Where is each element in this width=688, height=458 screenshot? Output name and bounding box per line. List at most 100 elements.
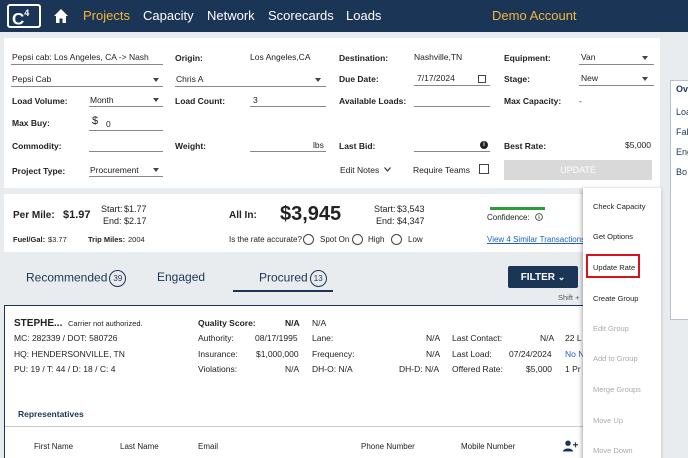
top-nav-bar: C4 Projects Capacity Network Scorecards … [0, 0, 688, 32]
chevron-down-icon [642, 56, 648, 60]
project-type-select[interactable]: Procurement [90, 165, 139, 175]
commodity-input[interactable] [89, 151, 163, 152]
low-radio[interactable] [391, 234, 402, 245]
weight-unit: lbs [313, 140, 324, 150]
lane-label: Lane: [312, 333, 334, 343]
chevron-down-icon [153, 98, 159, 102]
calendar-icon[interactable] [478, 75, 486, 83]
tab-label: Procured [259, 270, 308, 285]
stage-label: Stage: [504, 74, 530, 84]
project-name-input[interactable]: Pepsi cab: Los Angeles, CA -> Nash [12, 52, 162, 62]
overview-item: Bo [676, 167, 688, 177]
weight-label: Weight: [175, 141, 207, 151]
high-radio[interactable] [352, 234, 363, 245]
menu-get-options[interactable]: Get Options [593, 232, 633, 241]
filter-button[interactable]: FILTER ⌄ [508, 266, 578, 288]
owner-select[interactable]: Chris A [176, 74, 203, 84]
due-date-input[interactable]: 7/17/2024 [417, 73, 455, 83]
add-person-icon[interactable] [563, 440, 578, 452]
load-count-label: Load Count: [175, 96, 226, 106]
fuel-label: Fuel/Gal: [13, 235, 46, 244]
customer-select[interactable]: Pepsi Cab [12, 74, 51, 84]
similar-transactions-link[interactable]: View 4 Similar Transactions [487, 235, 585, 244]
ai-start-label: Start: [374, 204, 396, 214]
tab-engaged[interactable]: Engaged [157, 270, 205, 284]
nav-network[interactable]: Network [207, 8, 255, 23]
shift-hint: Shift + [558, 293, 580, 302]
overview-item: Fal [676, 127, 688, 137]
commodity-label: Commodity: [12, 141, 62, 151]
menu-add-to-group: Add to Group [593, 354, 638, 363]
carrier-card[interactable]: STEPHE... Carrier not authorized. MC: 28… [4, 305, 604, 458]
dh-o: DH-O: N/A [312, 364, 353, 374]
info-icon[interactable]: i [480, 141, 488, 149]
max-buy-input[interactable]: 0 [106, 119, 111, 129]
col-mobile: Mobile Number [461, 442, 516, 451]
best-rate-value: $5,000 [625, 140, 651, 150]
violations-label: Violations: [198, 364, 238, 374]
pm-start-label: Start: [101, 204, 123, 214]
info-icon[interactable] [535, 213, 543, 221]
confidence-bar [490, 207, 545, 210]
equipment-select[interactable]: Van [581, 52, 596, 62]
low-label: Low [408, 235, 423, 244]
col-phone: Phone Number [361, 442, 415, 451]
destination-input[interactable]: Nashville,TN [414, 52, 462, 62]
carrier-extra-1: 22 L [565, 333, 582, 343]
tab-label: Recommended [26, 270, 108, 285]
tab-count-badge: 13 [309, 270, 327, 287]
chevron-down-icon [315, 78, 321, 82]
best-rate-label: Best Rate: [504, 141, 547, 151]
carrier-name[interactable]: STEPHE... [14, 318, 62, 329]
carrier-hq: HQ: HENDERSONVILLE, TN [14, 349, 125, 359]
last-bid-input[interactable] [414, 151, 490, 152]
chevron-down-icon: ⌄ [557, 272, 566, 282]
account-name[interactable]: Demo Account [492, 8, 577, 23]
max-buy-label: Max Buy: [12, 118, 50, 128]
trip-miles-value: 2004 [128, 235, 145, 244]
per-mile-label: Per Mile: [13, 210, 55, 221]
representatives-title: Representatives [18, 409, 84, 419]
logo-sup: 4 [24, 8, 30, 18]
frequency-value: N/A [426, 349, 441, 359]
menu-update-rate[interactable]: Update Rate [593, 263, 635, 272]
quality-value: N/A [285, 318, 300, 328]
available-loads-input[interactable] [414, 106, 490, 107]
edit-notes-button[interactable]: Edit Notes [340, 165, 379, 175]
all-in-value: $3,945 [280, 203, 342, 225]
weight-input[interactable] [250, 151, 326, 152]
require-teams-label: Require Teams [413, 165, 471, 175]
chevron-down-icon [642, 77, 648, 81]
nav-projects[interactable]: Projects [83, 8, 130, 23]
ai-end-label: End: [376, 216, 395, 226]
nav-loads[interactable]: Loads [346, 8, 381, 23]
carrier-extra-3: 1 Pr [565, 364, 581, 374]
load-volume-label: Load Volume: [12, 96, 68, 106]
update-button[interactable]: UPDATE [504, 160, 652, 180]
stage-select[interactable]: New [581, 73, 598, 83]
carrier-extra-2[interactable]: No N [565, 349, 584, 359]
origin-input[interactable]: Los Angeles,CA [250, 52, 310, 62]
offered-rate-value: $5,000 [526, 364, 552, 374]
last-load-label: Last Load: [452, 349, 492, 359]
chevron-down-icon [384, 167, 391, 172]
require-teams-checkbox[interactable] [479, 164, 489, 174]
menu-check-capacity[interactable]: Check Capacity [593, 202, 646, 211]
overview-panel: Ove Loa Fal Eng Bo [670, 80, 688, 320]
origin-label: Origin: [175, 53, 203, 63]
pm-end-label: End: [103, 216, 122, 226]
menu-create-group[interactable]: Create Group [593, 294, 638, 303]
last-load-value: 07/24/2024 [509, 349, 552, 359]
load-count-input[interactable]: 3 [253, 95, 258, 105]
tab-recommended[interactable]: Recommended 39 [26, 270, 127, 287]
rate-summary-panel: Per Mile: $1.97 Start: $1.77 End: $2.17 … [4, 194, 604, 252]
tab-procured[interactable]: Procured 13 [259, 270, 327, 287]
nav-scorecards[interactable]: Scorecards [268, 8, 334, 23]
spot-on-radio[interactable] [303, 234, 314, 245]
load-volume-select[interactable]: Month [90, 95, 114, 105]
high-label: High [368, 235, 385, 244]
home-icon[interactable] [53, 8, 69, 24]
c4-logo[interactable]: C4 [7, 4, 41, 29]
due-date-label: Due Date: [339, 74, 379, 84]
nav-capacity[interactable]: Capacity [143, 8, 194, 23]
